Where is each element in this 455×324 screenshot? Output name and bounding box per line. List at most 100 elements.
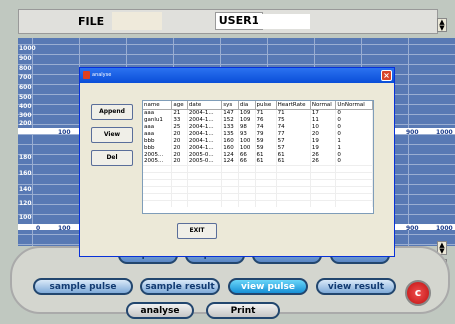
grid-line	[18, 54, 455, 55]
x-tick-label: 100	[58, 225, 71, 232]
exit-button[interactable]: EXIT	[177, 223, 217, 239]
table-row[interactable]: aaa 21 2004-1... 147 109 71 71 17 0	[143, 109, 373, 116]
table-cell: 77	[276, 130, 311, 137]
table-cell: 2005-0...	[187, 151, 223, 158]
file-label: FILE	[78, 15, 105, 28]
table-cell: 20	[310, 130, 337, 137]
column-header[interactable]: UnNormal	[335, 101, 373, 110]
table-cell: 0	[335, 158, 373, 165]
sample-result-button[interactable]: sample result	[140, 278, 220, 295]
x-tick-label: 100	[58, 129, 71, 136]
table-cell: 61	[255, 151, 277, 158]
table-cell: 124	[221, 158, 239, 165]
view-result-button[interactable]: view result	[316, 278, 396, 295]
table-cell: 20	[171, 144, 188, 151]
table-cell: 10	[310, 123, 337, 130]
table-cell: 66	[238, 158, 256, 165]
x-tick-label: 1000	[436, 129, 453, 136]
y-tick-label: 80	[19, 224, 28, 231]
analyse-dialog: analyse × Append View Del name age date sys…	[79, 67, 395, 257]
column-header[interactable]: name	[143, 101, 173, 110]
table-cell: 0	[335, 130, 373, 137]
table-row[interactable]: aaa 20 2004-1... 135 93 79 77 20 0	[143, 130, 373, 137]
empty-row	[143, 171, 373, 179]
x-tick-label: 1000	[436, 225, 453, 232]
table-row[interactable]: bbb 20 2004-1... 160 100 59 57 19 1	[143, 144, 373, 151]
user-field[interactable]	[258, 14, 310, 29]
table-cell: 17	[310, 109, 337, 116]
print-button[interactable]: Print	[206, 302, 280, 319]
table-cell: 76	[255, 116, 277, 123]
table-cell: 160	[221, 137, 239, 144]
file-field[interactable]	[112, 12, 162, 30]
table-cell: 61	[276, 151, 311, 158]
y-tick-label: 900	[19, 55, 32, 62]
table-cell: 71	[276, 109, 311, 116]
table-cell: 109	[238, 116, 256, 123]
sample-pulse-button[interactable]: sample pulse	[33, 278, 133, 295]
column-header[interactable]: date	[187, 101, 223, 110]
table-cell: 25	[171, 123, 188, 130]
table-row[interactable]: 2005... 20 2005-0... 124 66 61 61 26 0	[143, 151, 373, 158]
column-header[interactable]: dia	[238, 101, 256, 110]
column-header[interactable]: pulse	[255, 101, 277, 110]
table-row[interactable]: bbb 20 2004-1... 160 100 59 57 19 1	[143, 137, 373, 144]
table-cell: 0	[335, 123, 373, 130]
table-cell: 61	[255, 158, 277, 165]
table-cell: 26	[310, 158, 337, 165]
grid-line	[18, 44, 455, 45]
table-cell: 147	[221, 109, 239, 116]
close-circle-button[interactable]: c	[405, 280, 431, 306]
table-row[interactable]: aaa 25 2004-1... 133 98 74 74 10 0	[143, 123, 373, 130]
y-tick-label: 1000	[19, 45, 36, 52]
table-cell: 1	[335, 137, 373, 144]
table-cell: 2004-1...	[187, 144, 223, 151]
y-tick-label: 400	[19, 103, 32, 110]
table-cell: 124	[221, 151, 239, 158]
grid-line	[32, 38, 33, 246]
y-tick-label: 600	[19, 84, 32, 91]
append-button[interactable]: Append	[91, 104, 133, 120]
empty-row	[143, 192, 373, 200]
table-cell: 79	[255, 130, 277, 137]
table-cell: 93	[238, 130, 256, 137]
y-tick-label: 140	[19, 186, 32, 193]
table-cell: 2004-1...	[187, 123, 223, 130]
table-cell: bbb	[143, 144, 173, 151]
column-header[interactable]: HeartRate	[276, 101, 311, 110]
analyse-button[interactable]: analyse	[126, 302, 194, 319]
column-header[interactable]: Normal	[310, 101, 337, 110]
table-cell: 19	[310, 144, 337, 151]
table-cell: 100	[238, 144, 256, 151]
user-label: USER1	[215, 12, 263, 30]
column-header[interactable]: sys	[221, 101, 239, 110]
column-header[interactable]: age	[171, 101, 188, 110]
top-spinner[interactable]: ▲ ▼	[437, 18, 447, 32]
table-cell: 2005...	[143, 158, 173, 165]
close-icon[interactable]: ×	[381, 70, 392, 81]
table-cell: 11	[310, 116, 337, 123]
table-row[interactable]: 2005... 20 2005-0... 124 66 61 61 26 0	[143, 158, 373, 165]
table-cell: 2004-1...	[187, 109, 223, 116]
y-tick-label: 100	[19, 128, 32, 135]
table-row[interactable]: ganlu1 33 2004-1... 152 109 76 75 11 0	[143, 116, 373, 123]
table-cell: 0	[335, 109, 373, 116]
table-cell: 74	[276, 123, 311, 130]
table-cell: 98	[238, 123, 256, 130]
table-cell: 19	[310, 137, 337, 144]
table-cell: 2005...	[143, 151, 173, 158]
app-icon	[83, 71, 90, 79]
y-tick-label: 800	[19, 65, 32, 72]
table-cell: 33	[171, 116, 188, 123]
x-tick-label: 900	[406, 225, 419, 232]
table-cell: 59	[255, 144, 277, 151]
del-button[interactable]: Del	[91, 150, 133, 166]
view-button[interactable]: View	[91, 127, 133, 143]
table-cell: 20	[171, 151, 188, 158]
y-tick-label: 700	[19, 74, 32, 81]
view-pulse-button[interactable]: view pulse	[228, 278, 308, 295]
grid-line	[408, 38, 409, 246]
table-cell: 135	[221, 130, 239, 137]
table-cell: 160	[221, 144, 239, 151]
y-tick-label: 120	[19, 200, 32, 207]
